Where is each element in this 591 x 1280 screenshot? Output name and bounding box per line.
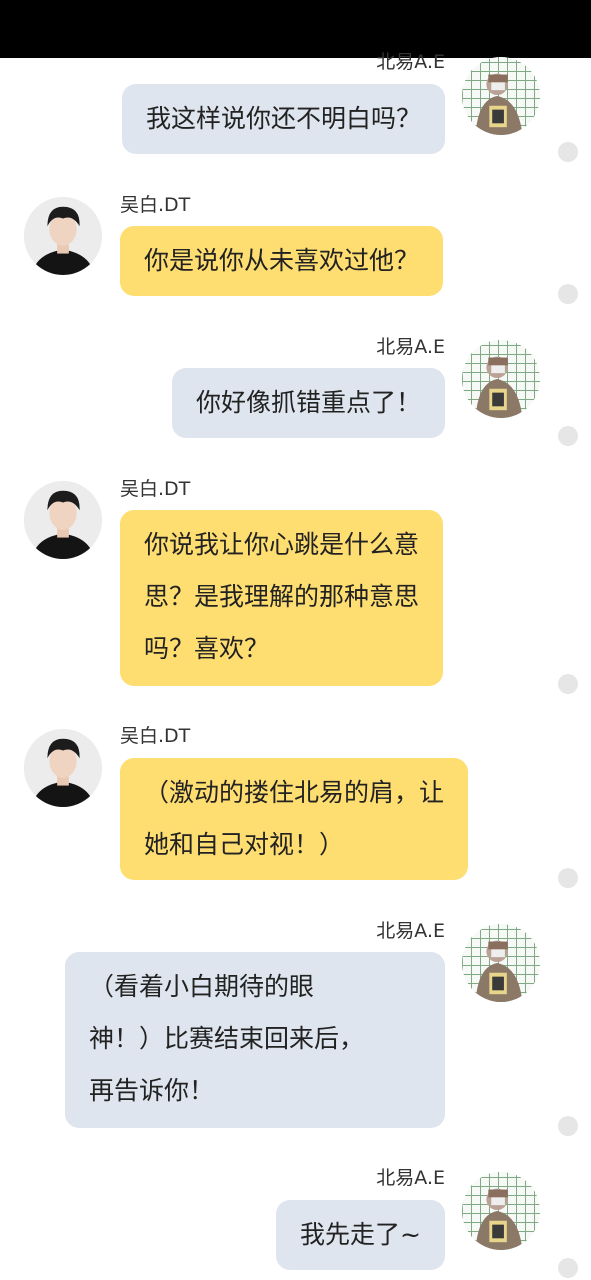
girl-avatar-icon[interactable] xyxy=(462,924,540,1002)
side-dot-icon xyxy=(558,674,578,694)
sender-name: 北易A.E xyxy=(376,1167,445,1189)
side-dot-icon xyxy=(558,426,578,446)
boy-avatar-icon[interactable] xyxy=(24,729,102,807)
message-bubble[interactable]: 我这样说你还不明白吗？ xyxy=(121,84,445,154)
sender-name: 吴白.DT xyxy=(120,478,191,500)
message-bubble[interactable]: 我先走了~ xyxy=(276,1200,445,1270)
girl-avatar-icon[interactable] xyxy=(462,1172,540,1250)
sender-name: 吴白.DT xyxy=(120,194,191,216)
girl-avatar-icon[interactable] xyxy=(462,340,540,418)
side-dot-icon xyxy=(558,284,578,304)
message-bubble[interactable]: （看着小白期待的眼 神！）比赛结束回来后， 再告诉你！ xyxy=(65,952,445,1128)
side-dot-icon xyxy=(558,142,578,162)
sender-name: 北易A.E xyxy=(376,336,445,358)
message-bubble[interactable]: （激动的搂住北易的肩，让 她和自己对视！） xyxy=(120,758,469,880)
sender-name: 北易A.E xyxy=(376,920,445,942)
side-dot-icon xyxy=(558,1116,578,1136)
boy-avatar-icon[interactable] xyxy=(24,481,102,559)
side-dot-icon xyxy=(558,868,578,888)
sender-name: 北易A.E xyxy=(376,51,445,73)
boy-avatar-icon[interactable] xyxy=(24,197,102,275)
side-dot-icon xyxy=(558,1258,578,1278)
message-bubble[interactable]: 你是说你从未喜欢过他？ xyxy=(120,226,444,296)
message-bubble[interactable]: 你说我让你心跳是什么意 思？是我理解的那种意思 吗？喜欢？ xyxy=(120,510,444,686)
status-bar xyxy=(0,0,591,58)
sender-name: 吴白.DT xyxy=(120,725,191,747)
girl-avatar-icon[interactable] xyxy=(462,57,540,135)
message-bubble[interactable]: 你好像抓错重点了！ xyxy=(171,368,445,438)
